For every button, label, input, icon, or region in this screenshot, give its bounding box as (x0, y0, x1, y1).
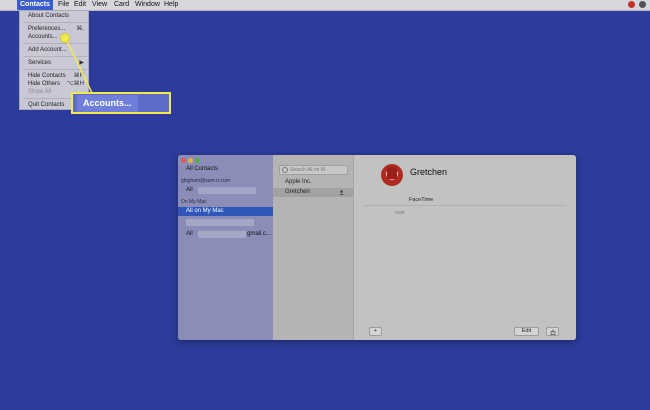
menu-item-accounts[interactable]: Accounts... (28, 33, 86, 41)
menu-item-preferences[interactable]: Preferences... ⌘, (28, 25, 86, 33)
menu-bar: Contacts File Edit View Card Window Help (0, 0, 650, 11)
menu-separator (23, 43, 87, 44)
list-item-label: Gretchen (285, 189, 310, 195)
menu-item-hide-contacts[interactable]: Hide Contacts ⌘H (28, 72, 86, 80)
menu-item-services-label: Services (28, 60, 52, 66)
facetime-label[interactable]: FaceTime (409, 197, 433, 203)
menu-item-services[interactable]: Services ▶ (28, 59, 86, 67)
redacted-text (186, 219, 254, 226)
zoom-button[interactable] (195, 158, 200, 163)
list-item[interactable]: Apple Inc. (273, 178, 353, 187)
menu-help[interactable]: Help (161, 0, 181, 10)
menu-view[interactable]: View (89, 0, 110, 10)
callout-marker (60, 33, 70, 43)
callout-box: Accounts... (71, 92, 171, 114)
sidebar-item-all-on-my-mac-label: All on My Mac (186, 208, 224, 214)
minimize-button[interactable] (188, 158, 193, 163)
user-icon[interactable] (628, 1, 635, 8)
redacted-text (198, 187, 256, 194)
apple-icon[interactable] (7, 1, 15, 9)
sidebar-item-all-contacts-label: All Contacts (186, 166, 219, 172)
menu-edit[interactable]: Edit (71, 0, 89, 10)
hide-contacts-shortcut: ⌘H (73, 73, 84, 79)
menu-item-about[interactable]: About Contacts (28, 12, 86, 20)
menubar-status-area (628, 1, 646, 8)
menu-item-preferences-label: Preferences... (28, 26, 66, 32)
sidebar-item-account-all-label: All (186, 187, 193, 193)
search-field[interactable]: Search All on M... (279, 165, 348, 175)
control-center-icon[interactable] (639, 1, 646, 8)
sidebar-item-gmail-all[interactable]: All gmail.c... (178, 230, 273, 239)
menu-item-about-label: About Contacts (28, 13, 70, 19)
redacted-text (198, 231, 246, 238)
search-placeholder: Search All on M... (290, 167, 330, 173)
divider (364, 205, 566, 206)
menu-contacts[interactable]: Contacts (17, 0, 53, 10)
sidebar-item-gmail-suffix: gmail.c... (247, 231, 272, 237)
submenu-arrow-icon: ▶ (79, 60, 84, 66)
menu-item-show-all-label: Show All (28, 89, 52, 95)
list-item-selected[interactable]: Gretchen (273, 188, 353, 197)
edit-button[interactable]: Edit (514, 327, 539, 336)
menu-separator (23, 69, 87, 70)
sidebar-item-account-all[interactable]: All (178, 186, 273, 195)
contacts-window: All Contacts gbigham@sam.rr.com All On M… (178, 155, 576, 340)
menu-item-hide-others-label: Hide Others (28, 81, 61, 87)
contact-name: Gretchen (410, 167, 448, 177)
menu-separator (23, 22, 87, 23)
sidebar: All Contacts gbigham@sam.rr.com All On M… (178, 155, 273, 340)
contact-list: Search All on M... Apple Inc. Gretchen (273, 155, 354, 340)
share-button[interactable] (546, 327, 559, 336)
menu-item-add-account[interactable]: Add Account... (28, 46, 86, 54)
contact-detail: Gretchen FaceTime note + Edit (354, 155, 576, 340)
note-label[interactable]: note (395, 210, 405, 216)
menu-item-hide-others[interactable]: Hide Others ⌥⌘H (28, 80, 86, 88)
sidebar-on-my-mac-header: On My Mac (181, 199, 207, 205)
sidebar-item-gmail-all-label: All (186, 231, 193, 237)
sidebar-account-header: gbigham@sam.rr.com (181, 178, 230, 184)
menu-item-hide-contacts-label: Hide Contacts (28, 73, 66, 79)
menu-window[interactable]: Window (132, 0, 163, 10)
hide-others-shortcut: ⌥⌘H (66, 81, 84, 87)
contact-avatar-detail (387, 167, 397, 179)
share-icon (550, 328, 555, 335)
list-item-label: Apple Inc. (285, 179, 312, 185)
person-icon (339, 190, 344, 195)
close-button[interactable] (181, 158, 186, 163)
menu-file[interactable]: File (55, 0, 72, 10)
preferences-shortcut: ⌘, (76, 26, 84, 32)
menu-item-add-account-label: Add Account... (28, 47, 67, 53)
menu-card[interactable]: Card (111, 0, 132, 10)
add-contact-button[interactable]: + (369, 327, 382, 336)
sidebar-item-all-contacts[interactable]: All Contacts (178, 165, 273, 174)
menu-item-accounts-label: Accounts... (28, 34, 58, 40)
menu-item-quit-label: Quit Contacts (28, 102, 65, 108)
sidebar-item-all-on-my-mac[interactable]: All on My Mac (178, 207, 273, 216)
search-icon (282, 167, 288, 173)
callout-label: Accounts... (77, 94, 138, 112)
menu-separator (23, 56, 87, 57)
